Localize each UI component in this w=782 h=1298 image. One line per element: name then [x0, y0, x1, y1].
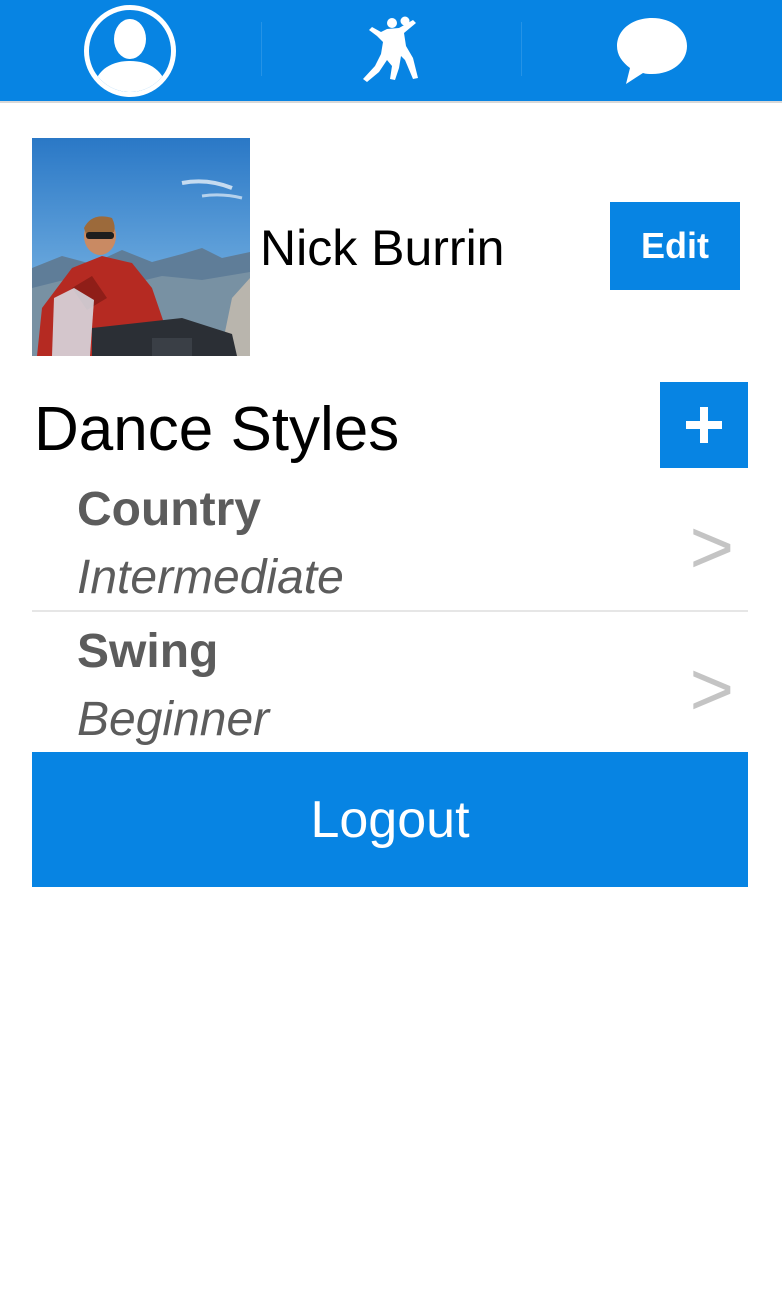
- tab-dance[interactable]: [260, 0, 522, 101]
- logout-button[interactable]: Logout: [32, 752, 748, 887]
- chevron-right-icon: >: [689, 505, 734, 590]
- profile-icon: [84, 4, 177, 97]
- chevron-right-icon: >: [689, 647, 734, 732]
- dance-style-name: Swing: [77, 625, 219, 678]
- dance-style-level: Beginner: [77, 693, 270, 746]
- dance-styles-heading: Dance Styles: [34, 395, 400, 464]
- user-name: Nick Burrin: [260, 220, 505, 276]
- edit-profile-button[interactable]: Edit: [610, 202, 740, 290]
- profile-photo: [32, 138, 250, 356]
- avatar: [32, 138, 250, 356]
- add-dance-style-button[interactable]: [660, 382, 748, 468]
- tab-messages[interactable]: [521, 0, 782, 101]
- list-item[interactable]: Country Intermediate >: [32, 470, 748, 612]
- dance-style-level: Intermediate: [77, 551, 344, 604]
- plus-icon: [686, 407, 722, 443]
- tab-profile[interactable]: [0, 0, 261, 101]
- dance-style-name: Country: [77, 483, 261, 536]
- dancers-icon: [363, 16, 418, 82]
- chat-icon: [616, 17, 687, 84]
- dance-style-list: Country Intermediate > Swing Beginner >: [32, 470, 748, 752]
- list-item[interactable]: Swing Beginner >: [32, 612, 748, 752]
- top-nav-bar: [0, 0, 782, 103]
